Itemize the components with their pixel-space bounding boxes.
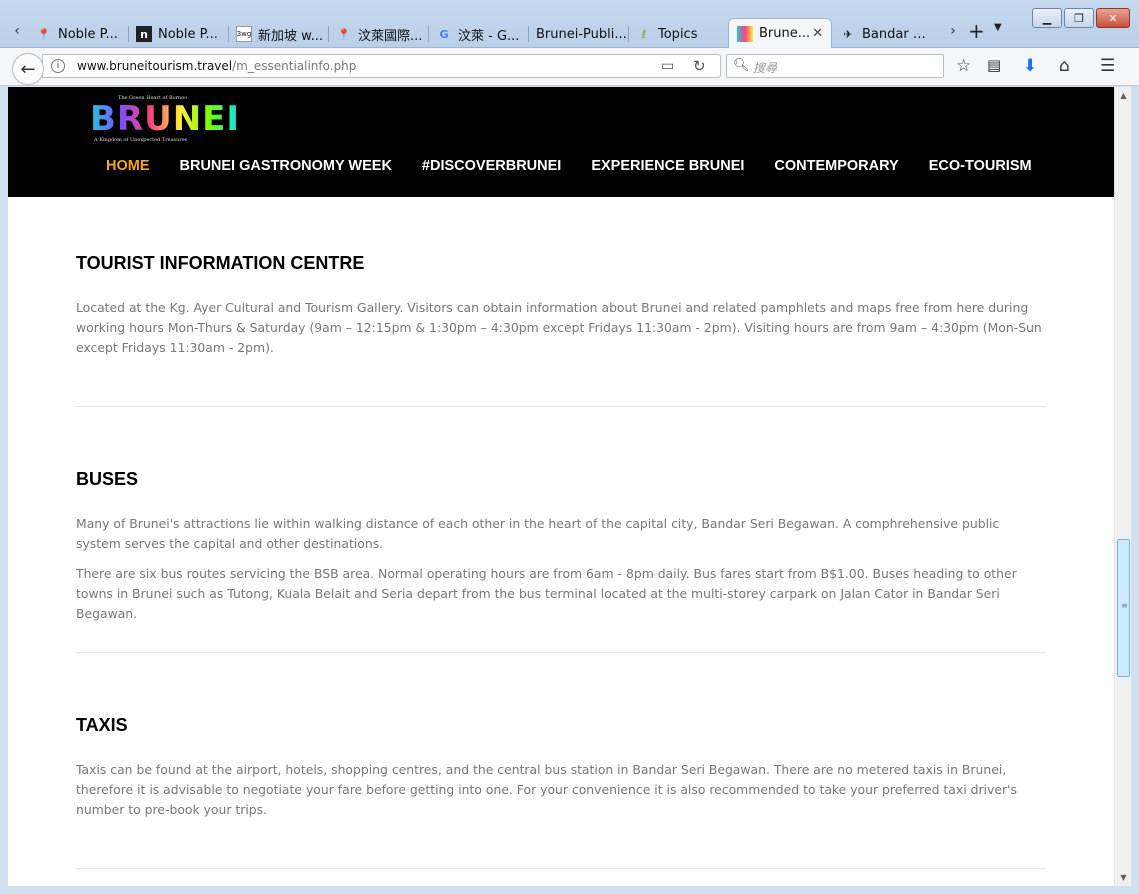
plane-icon: ✈ [843,27,853,41]
logo-subtitle: A Kingdom of Unexpected Treasures [94,137,188,143]
nav-home[interactable]: HOME [106,158,150,174]
page-viewport: The Green Heart of Borneo BRUNEI A Kingd… [8,87,1114,886]
url-path: /m_essentialinfo.php [232,59,357,73]
main-nav: HOME BRUNEI GASTRONOMY WEEK #DISCOVERBRU… [106,158,1032,174]
scroll-up-icon[interactable]: ▲ [1115,87,1132,104]
page-scrollbar[interactable]: ▲ ≡ ▼ [1114,87,1131,886]
grip-icon: ≡ [1121,601,1128,610]
reading-list-icon[interactable]: ▤ [987,56,1001,74]
nav-gastronomy-week[interactable]: BRUNEI GASTRONOMY WEEK [180,158,392,174]
section-buses: BUSES Many of Brunei's attractions lie w… [76,407,1046,653]
search-input[interactable]: 🔍︎ 搜尋 [726,54,944,78]
home-icon[interactable]: ⌂ [1059,56,1070,76]
tab-title: Brunei-Publi... [536,26,627,42]
nav-eco-tourism[interactable]: ECO-TOURISM [929,158,1032,174]
section-paragraph: There are six bus routes servicing the B… [76,566,1017,621]
section-tourist-info: TOURIST INFORMATION CENTRE Located at th… [76,197,1046,407]
browser-titlebar: ‹ 📍 Noble P... n Noble P... 3wg 新加坡 w...… [0,0,1139,48]
brunei-logo[interactable]: The Green Heart of Borneo BRUNEI A Kingd… [90,95,239,145]
close-window-button[interactable]: ✕ [1096,8,1130,28]
window-controls: ▁ ❐ ✕ [1032,8,1130,28]
back-arrow-icon: ← [20,58,36,80]
tab-2[interactable]: 3wg 新加坡 w... [228,20,328,48]
url-bar[interactable]: i www.bruneitourism.travel/m_essentialin… [42,54,721,78]
tab-8[interactable]: ✈ Bandar S... [832,20,932,48]
leaf-icon: ℓ [641,27,647,41]
bookmark-star-icon[interactable]: ☆ [956,56,971,76]
tab-title: Bandar S... [862,26,932,42]
reload-icon[interactable]: ↻ [693,57,706,75]
tab-4[interactable]: G 汶萊 - G... [428,20,528,48]
tab-7-active[interactable]: Brune... ✕ [728,18,832,48]
tab-title: Topics [658,26,698,42]
maximize-button[interactable]: ❐ [1064,8,1094,28]
scroll-down-icon[interactable]: ▼ [1115,869,1132,886]
site-header: The Green Heart of Borneo BRUNEI A Kingd… [8,87,1114,197]
tab-6[interactable]: ℓ Topics [628,20,728,48]
nav-experience-brunei[interactable]: EXPERIENCE BRUNEI [591,158,744,174]
section-paragraph: Located at the Kg. Ayer Cultural and Tou… [76,300,1042,355]
n-logo-icon: n [136,26,152,42]
new-tab-button[interactable]: + [968,20,985,42]
section-title: TAXIS [76,715,128,735]
google-icon: G [439,27,449,41]
reader-view-icon[interactable]: ▭ [661,58,674,74]
3wg-icon: 3wg [236,26,252,42]
url-text: www.bruneitourism.travel/m_essentialinfo… [77,59,356,73]
tab-3[interactable]: 📍 汶萊國際... [328,20,428,48]
nav-discover-brunei[interactable]: #DISCOVERBRUNEI [422,158,561,174]
tab-title: Brune... [759,26,811,41]
section-taxis: TAXIS Taxis can be found at the airport,… [76,653,1046,869]
scrollbar-thumb[interactable]: ≡ [1117,539,1130,677]
brunei-icon [737,25,753,42]
tab-title: 汶萊 - G... [458,28,520,44]
menu-icon[interactable]: ☰ [1100,56,1115,76]
back-button[interactable]: ← [12,53,44,85]
close-tab-icon[interactable]: ✕ [812,26,823,41]
tab-title: 新加坡 w... [258,28,323,44]
maps-icon: 📍 [37,27,51,41]
url-domain: www.bruneitourism.travel [77,59,233,73]
essential-info-content: TOURIST INFORMATION CENTRE Located at th… [76,197,1046,869]
search-icon: 🔍︎ [733,58,750,73]
tab-0[interactable]: 📍 Noble P... [28,20,128,48]
section-title: BUSES [76,469,139,489]
browser-navbar: i www.bruneitourism.travel/m_essentialin… [0,48,1139,86]
minimize-button[interactable]: ▁ [1032,8,1062,28]
section-paragraph: Taxis can be found at the airport, hotel… [76,762,1017,817]
tab-1[interactable]: n Noble P... [128,20,228,48]
section-title: TOURIST INFORMATION CENTRE [76,253,365,273]
search-placeholder: 搜尋 [753,61,778,75]
tab-scroll-right-button[interactable]: › [946,20,960,42]
tab-title: Noble P... [58,26,118,42]
maps-icon: 📍 [337,27,351,41]
download-icon[interactable]: ⬇ [1023,56,1037,76]
tab-title: 汶萊國際... [358,28,423,44]
nav-contemporary[interactable]: CONTEMPORARY [774,158,898,174]
info-icon[interactable]: i [51,59,65,73]
tab-strip: 📍 Noble P... n Noble P... 3wg 新加坡 w... 📍… [28,18,932,48]
tab-scroll-left-button[interactable]: ‹ [10,20,24,42]
tab-list-dropdown-icon[interactable]: ▼ [994,22,1002,33]
tab-title: Noble P... [158,26,218,42]
section-paragraph: Many of Brunei's attractions lie within … [76,516,1000,551]
logo-word: BRUNEI [90,99,241,139]
tab-5[interactable]: Brunei-Publi... [528,20,628,48]
